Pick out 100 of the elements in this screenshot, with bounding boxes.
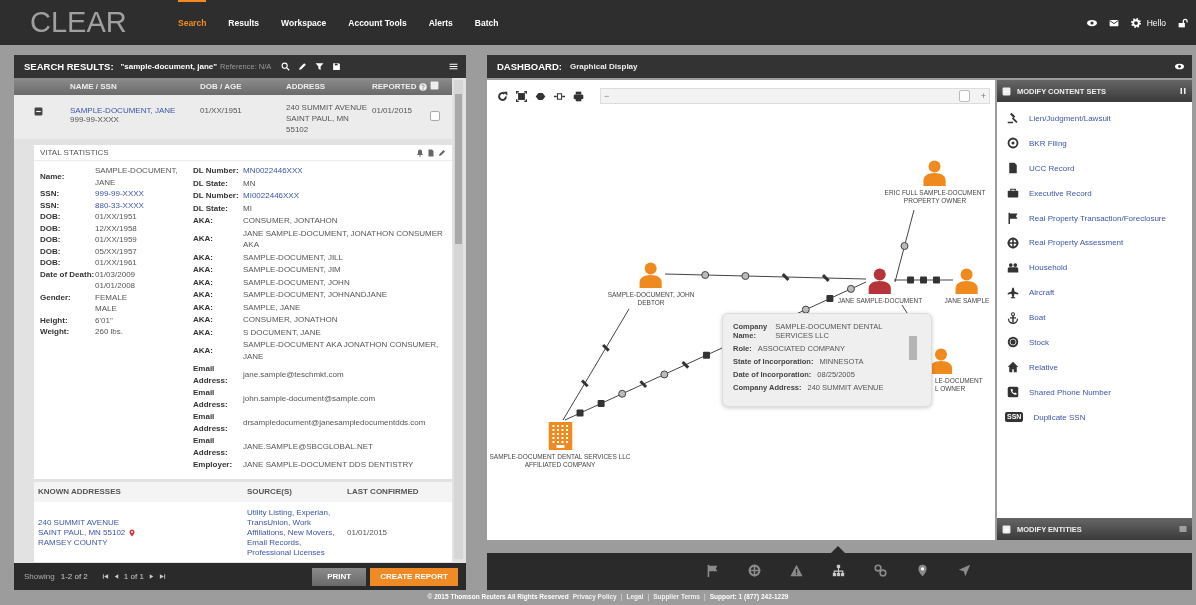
content-set-link[interactable]: Relative bbox=[1029, 362, 1058, 372]
field-value: 05/XX/1957 bbox=[95, 245, 138, 257]
pencil-icon[interactable] bbox=[438, 148, 446, 157]
page-indicator: 1 of 1 bbox=[123, 572, 144, 581]
column-header: NAME / SSN bbox=[70, 82, 118, 91]
field-link[interactable]: MI0022446XXX bbox=[243, 190, 446, 202]
result-row[interactable]: SAMPLE-DOCUMENT, JANE 999-99-XXXX 01/XX/1951 240 SUMMIT AVENUE SAINT PAUL, MN 55102 01/01/2015 bbox=[14, 95, 452, 139]
field-value: 6'01" bbox=[95, 314, 114, 326]
row-checkbox[interactable] bbox=[430, 111, 440, 121]
panel-subtitle: Graphical Display bbox=[569, 62, 638, 71]
eye-icon[interactable] bbox=[1086, 17, 1097, 28]
settings-icon[interactable] bbox=[1130, 17, 1141, 28]
collapse-toggle[interactable] bbox=[34, 107, 43, 116]
content-set-link[interactable]: Boat bbox=[1029, 313, 1046, 323]
hierarchy-icon[interactable] bbox=[831, 564, 845, 577]
scrollbar[interactable] bbox=[454, 80, 463, 559]
last-page-icon[interactable] bbox=[158, 573, 166, 580]
content-set-link[interactable]: BKR Filing bbox=[1029, 138, 1067, 148]
select-all-icon[interactable] bbox=[430, 81, 439, 90]
content-set-link[interactable]: Executive Record bbox=[1029, 188, 1092, 198]
field-label: AKA: bbox=[193, 233, 214, 245]
content-set-link[interactable]: Shared Phone Number bbox=[1029, 387, 1111, 397]
content-set-link[interactable]: Stock bbox=[1029, 337, 1049, 347]
field-label: AKA: bbox=[193, 326, 214, 338]
previous-page-icon[interactable] bbox=[112, 573, 120, 580]
result-name-link[interactable]: SAMPLE-DOCUMENT, JANE bbox=[70, 106, 176, 115]
field-value: MN bbox=[243, 177, 257, 189]
field-label: Email Address: bbox=[193, 387, 229, 410]
warning-icon[interactable] bbox=[789, 564, 803, 577]
date-text: 01/01/2015 bbox=[347, 527, 389, 538]
menu-icon[interactable] bbox=[449, 62, 458, 71]
field-link[interactable]: 880-33-XXXX bbox=[95, 199, 193, 211]
collapse-icon[interactable] bbox=[1002, 86, 1011, 96]
globe-icon[interactable] bbox=[747, 564, 761, 577]
nav-tab[interactable]: Results bbox=[228, 0, 260, 45]
person-icon[interactable] bbox=[929, 348, 953, 374]
content-set-link[interactable]: Real Property Assessment bbox=[1029, 238, 1124, 248]
field-value: MI bbox=[243, 202, 253, 214]
content-set-link[interactable]: UCC Record bbox=[1029, 163, 1075, 173]
filter-icon[interactable] bbox=[315, 62, 325, 71]
nav-tab[interactable]: Alerts bbox=[428, 0, 453, 45]
field-label: SSN: bbox=[40, 188, 61, 200]
print-button[interactable]: PRINT bbox=[312, 567, 367, 586]
connector-icon[interactable] bbox=[554, 90, 565, 102]
field-label: Email Address: bbox=[193, 363, 229, 386]
nav-tab[interactable]: Batch bbox=[474, 0, 499, 45]
field-label: AKA: bbox=[193, 215, 214, 227]
content-set-link[interactable]: Duplicate SSN bbox=[1033, 412, 1086, 422]
ssn-text: 999-99-XXXX bbox=[70, 115, 119, 124]
refresh-icon[interactable] bbox=[497, 90, 508, 102]
person-icon[interactable] bbox=[868, 268, 892, 294]
print-icon[interactable] bbox=[573, 90, 584, 102]
pencil-icon[interactable] bbox=[298, 62, 308, 71]
nav-tab[interactable]: Account Tools bbox=[348, 0, 407, 45]
help-icon[interactable] bbox=[419, 82, 428, 91]
field-value: 01/XX/1951 bbox=[95, 211, 138, 223]
location-arrow-icon[interactable] bbox=[957, 564, 971, 577]
field-label: DL State: bbox=[193, 177, 229, 189]
field-value: SAMPLE-DOCUMENT, JANE bbox=[95, 165, 179, 188]
document-icon[interactable] bbox=[427, 148, 435, 157]
save-icon[interactable] bbox=[332, 62, 342, 71]
field-label: DL State: bbox=[193, 202, 229, 214]
lock-icon[interactable] bbox=[1178, 17, 1188, 28]
ring-icon bbox=[1007, 137, 1019, 150]
eye-icon[interactable] bbox=[1175, 62, 1184, 71]
grip-icon[interactable] bbox=[1179, 87, 1187, 95]
column-header: REPORTED bbox=[372, 82, 417, 91]
first-page-icon[interactable] bbox=[101, 573, 109, 580]
nav-tab[interactable]: Workspace bbox=[281, 0, 327, 45]
slider-thumb[interactable] bbox=[958, 90, 970, 102]
dob-text: 01/XX/1951 bbox=[200, 106, 243, 115]
sources-link[interactable]: Utility Listing, Experian, TransUnion, Work Affiliations, New Movers, Email Records, Professional Licenses bbox=[247, 507, 347, 558]
content-set-link[interactable]: Real Property Transaction/Foreclosure bbox=[1029, 213, 1166, 223]
field-link[interactable]: MN0022446XXX bbox=[243, 165, 446, 177]
flag-icon[interactable] bbox=[705, 564, 719, 577]
document-icon bbox=[1007, 162, 1019, 175]
briefcase-icon bbox=[1007, 187, 1019, 200]
field-value: JANE SAMPLE-DOCUMENT, JONATHON CONSUMER AKA bbox=[243, 227, 444, 251]
fit-screen-icon[interactable] bbox=[516, 90, 527, 102]
mail-icon[interactable] bbox=[1108, 17, 1119, 28]
zoom-in-button[interactable]: + bbox=[980, 91, 986, 101]
field-label: DOB: bbox=[40, 245, 62, 257]
address-link[interactable]: 240 SUMMIT AVENUE SAINT PAUL, MN 55102 RAMSEY COUNTY bbox=[38, 517, 126, 548]
content-set-link[interactable]: Household bbox=[1029, 263, 1068, 273]
search-icon[interactable] bbox=[281, 62, 291, 71]
link-icon[interactable] bbox=[873, 564, 887, 577]
zoom-out-button[interactable]: − bbox=[604, 91, 610, 101]
field-label: AKA: bbox=[193, 276, 214, 288]
expand-icon[interactable] bbox=[1002, 524, 1011, 534]
nav-tab[interactable]: Search bbox=[178, 0, 207, 45]
bell-icon[interactable] bbox=[416, 148, 424, 157]
map-pin-icon[interactable] bbox=[915, 564, 929, 577]
field-label: SSN: bbox=[40, 199, 61, 211]
field-value: jane.sample@teschmkt.com bbox=[243, 368, 345, 381]
next-page-icon[interactable] bbox=[147, 573, 155, 580]
content-set-link[interactable]: Lien/Judgment/Lawsuit bbox=[1029, 113, 1111, 123]
field-link[interactable]: 999-99-XXXX bbox=[95, 188, 193, 200]
field-label: DOB: bbox=[40, 211, 62, 223]
content-set-link[interactable]: Aircraft bbox=[1029, 288, 1055, 298]
zoom-slider[interactable]: − + bbox=[600, 88, 990, 104]
